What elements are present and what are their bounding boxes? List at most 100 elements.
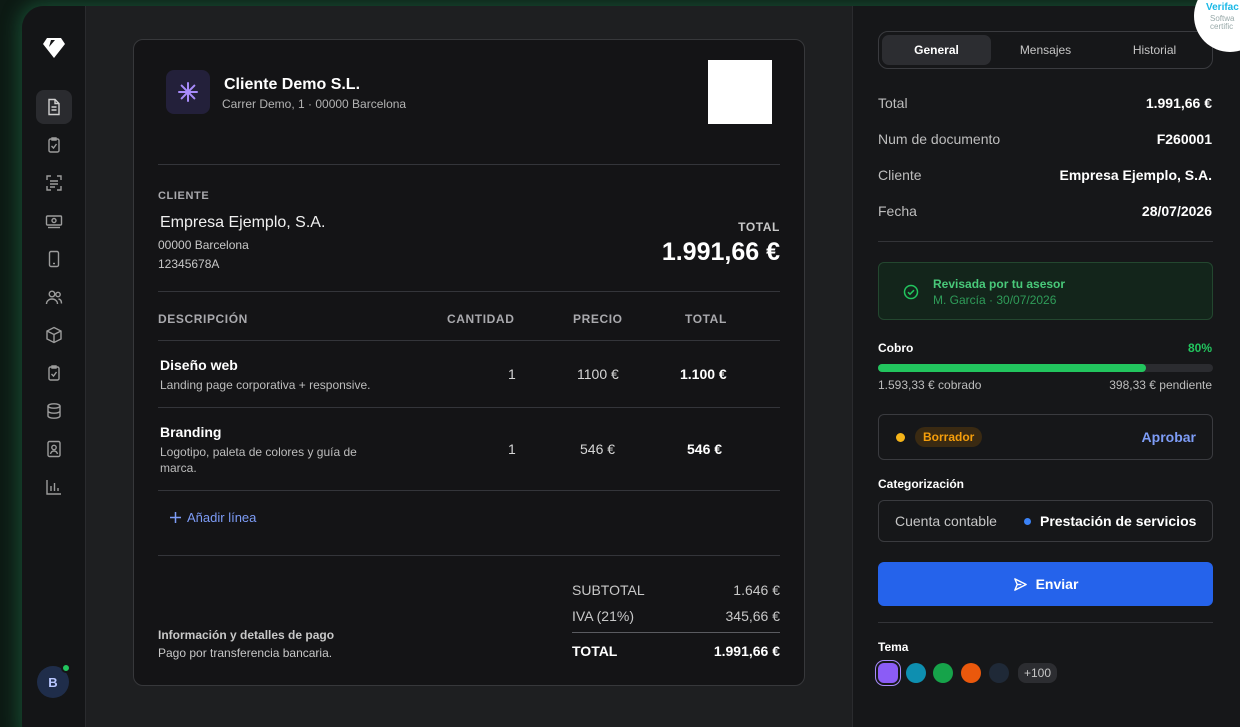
nav-payments[interactable]	[36, 204, 72, 238]
column-header-description: DESCRIPCIÓN	[158, 312, 248, 326]
payment-info-title: Información y detalles de pago	[158, 628, 335, 642]
theme-swatch-purple[interactable]	[878, 663, 898, 683]
cash-icon	[45, 215, 63, 229]
divider	[158, 291, 780, 292]
summary-total-label: TOTAL	[572, 643, 618, 659]
line-item-description: Logotipo, paleta de colores y guía de ma…	[160, 445, 357, 475]
line-item-title: Branding	[160, 424, 222, 440]
nav-scan[interactable]	[36, 166, 72, 200]
category-dot	[1024, 518, 1031, 525]
box-icon	[46, 326, 62, 344]
line-item-title: Diseño web	[160, 357, 238, 373]
divider	[158, 340, 780, 341]
iva-label: IVA (21%)	[572, 608, 634, 624]
nav-tasks[interactable]	[36, 128, 72, 162]
client-name: Empresa Ejemplo, S.A.	[160, 214, 326, 231]
tab-messages[interactable]: Mensajes	[991, 35, 1100, 65]
status-card: Borrador Aprobar	[878, 414, 1213, 460]
verify-badge-title: Verifac	[1206, 2, 1239, 13]
clipboard-check-icon	[48, 137, 60, 153]
nav-products[interactable]	[36, 318, 72, 352]
detail-label-client: Cliente	[878, 167, 922, 183]
nav-contacts[interactable]	[36, 280, 72, 314]
divider	[158, 407, 780, 408]
nav-reports[interactable]	[36, 356, 72, 390]
detail-value-date: 28/07/2026	[1141, 203, 1212, 219]
details-panel: General Mensajes Historial Total 1.991,6…	[852, 6, 1240, 727]
theme-swatch-teal[interactable]	[906, 663, 926, 683]
subtotal-value: 1.646 €	[733, 582, 780, 598]
more-themes-button[interactable]: +100	[1018, 663, 1058, 683]
bar-chart-icon	[46, 480, 61, 495]
verify-badge-line2: certific	[1210, 22, 1234, 31]
cobro-percent: 80%	[1187, 341, 1212, 355]
asterisk-icon	[178, 82, 198, 102]
nav-employees[interactable]	[36, 432, 72, 466]
line-item-price: 1100 €	[577, 366, 619, 382]
clipboard-check-icon	[48, 365, 60, 381]
approve-button[interactable]: Aprobar	[1142, 429, 1196, 445]
status-dot	[896, 433, 905, 442]
send-label: Enviar	[1035, 576, 1079, 592]
nav-mobile[interactable]	[36, 242, 72, 276]
categorization-label: Categorización	[878, 477, 965, 491]
summary-divider	[572, 632, 780, 633]
company-address: Carrer Demo, 1 · 00000 Barcelona	[222, 97, 407, 111]
detail-label-doc-number: Num de documento	[878, 131, 1001, 147]
company-name: Cliente Demo S.L.	[224, 76, 361, 93]
cobro-pending: 398,33 € pendiente	[1109, 378, 1212, 392]
tab-general[interactable]: General	[882, 35, 991, 65]
client-section-label: CLIENTE	[158, 190, 210, 202]
phone-icon	[48, 250, 60, 268]
line-item-total: 1.100 €	[680, 366, 727, 382]
invoice-document: Cliente Demo S.L. Carrer Demo, 1 · 00000…	[133, 39, 805, 686]
users-icon	[45, 290, 63, 305]
cobro-progress-fill	[878, 364, 1146, 372]
nav-analytics[interactable]	[36, 470, 72, 504]
line-item-price: 546 €	[580, 441, 616, 457]
line-item-quantity: 1	[508, 366, 516, 382]
online-status-dot	[61, 663, 71, 673]
summary-total-value: 1.991,66 €	[713, 643, 780, 659]
client-address: 00000 Barcelona	[158, 238, 249, 252]
cobro-collected: 1.593,33 € cobrado	[878, 378, 982, 392]
divider	[158, 164, 780, 165]
line-item-description: Landing page corporativa + responsive.	[160, 378, 371, 392]
divider	[158, 555, 780, 556]
send-button[interactable]: Enviar	[878, 562, 1213, 606]
iva-value: 345,66 €	[725, 608, 781, 624]
column-header-price: PRECIO	[573, 312, 623, 326]
invoice-total-amount: 1.991,66 €	[661, 238, 780, 266]
account-label: Cuenta contable	[895, 513, 997, 529]
detail-value-total: 1.991,66 €	[1145, 95, 1212, 111]
company-logo	[166, 70, 210, 114]
document-icon	[48, 98, 60, 116]
total-label: TOTAL	[738, 220, 780, 234]
subtotal-label: SUBTOTAL	[572, 582, 645, 598]
add-line-button[interactable]: Añadir línea	[170, 510, 256, 525]
categorization-select[interactable]: Cuenta contable Prestación de servicios	[878, 500, 1213, 542]
client-tax-id: 12345678A	[158, 257, 220, 271]
theme-swatch-orange[interactable]	[961, 663, 981, 683]
nav-invoices[interactable]	[36, 90, 72, 124]
status-badge: Borrador	[915, 427, 983, 447]
panel-tabs: General Mensajes Historial	[878, 31, 1213, 69]
database-icon	[47, 403, 61, 419]
sidebar: B	[22, 6, 86, 727]
line-item-quantity: 1	[508, 441, 516, 457]
detail-value-doc-number: F260001	[1156, 131, 1212, 147]
payment-info-text: Pago por transferencia bancaria.	[158, 646, 333, 660]
column-header-quantity: CANTIDAD	[447, 312, 515, 326]
theme-swatch-dark[interactable]	[989, 663, 1009, 683]
nav-database[interactable]	[36, 394, 72, 428]
id-card-icon	[47, 440, 61, 458]
brand-logo-icon	[43, 38, 65, 58]
tab-history[interactable]: Historial	[1100, 35, 1209, 65]
theme-swatch-green[interactable]	[933, 663, 953, 683]
theme-label: Tema	[878, 640, 909, 654]
add-line-label: Añadir línea	[187, 510, 257, 525]
app-window: B Cliente Demo S.L. Carrer Demo, 1 · 000…	[22, 6, 1240, 727]
detail-label-date: Fecha	[878, 203, 917, 219]
review-subtitle: M. García · 30/07/2026	[933, 293, 1057, 307]
divider	[878, 622, 1213, 623]
